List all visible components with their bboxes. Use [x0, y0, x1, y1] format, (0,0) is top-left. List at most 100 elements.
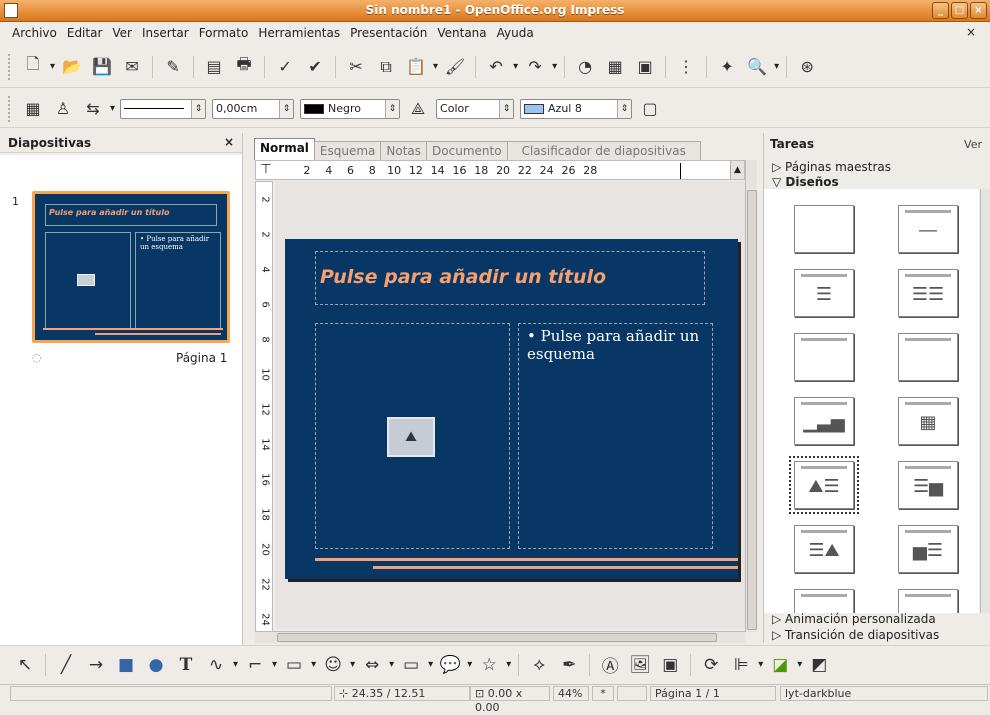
close-panel-icon[interactable]: × [224, 135, 234, 149]
slide-transition-section[interactable]: ▷ Transición de diapositivas [772, 628, 939, 642]
edit-file-icon[interactable]: ✎ [162, 56, 184, 78]
layout-text-image[interactable]: ☰⛰ [794, 525, 854, 573]
symbol-shapes-icon[interactable]: ☺ [322, 654, 344, 676]
layout-text-chart[interactable]: ☰▅ [898, 461, 958, 509]
alignment-dropdown-icon[interactable]: ▾ [758, 659, 763, 670]
layout-chart[interactable]: ▁▃▅ [794, 397, 854, 445]
redo-dropdown-icon[interactable]: ▾ [552, 61, 557, 72]
extrusion-icon[interactable]: ◩ [808, 654, 830, 676]
outline-placeholder[interactable]: • Pulse para añadir un esquema [518, 323, 713, 549]
scroll-up-icon[interactable]: ▲ [730, 161, 744, 179]
gallery-icon[interactable]: ▣ [659, 654, 681, 676]
zoom-icon[interactable]: 🔍 [746, 56, 768, 78]
rotate-icon[interactable]: ⟳ [700, 654, 722, 676]
horizontal-scrollbar[interactable] [255, 631, 745, 643]
display-grid-icon[interactable]: ▣ [634, 56, 656, 78]
paste-icon[interactable]: 📋 [405, 56, 427, 78]
tab-notas[interactable]: Notas [380, 141, 428, 160]
insert-image-icon[interactable]: ⛰ [387, 417, 435, 457]
line-width-field[interactable]: 0,00cm ⇕ [212, 98, 295, 119]
ellipse-icon[interactable]: ● [145, 654, 167, 676]
vertical-ruler[interactable]: 2 2 4 6 8 10 12 14 16 18 20 22 24 [255, 181, 273, 643]
basic-shapes-dropdown-icon[interactable]: ▾ [311, 659, 316, 670]
menu-ayuda[interactable]: Ayuda [497, 26, 534, 40]
flowchart-icon[interactable]: ▭ [400, 654, 422, 676]
callouts-icon[interactable]: 💬 [439, 654, 461, 676]
points-icon[interactable]: ⟡ [528, 654, 550, 676]
tab-stop-icon[interactable]: ⊤ [256, 161, 276, 179]
layouts-scrollbar[interactable] [980, 189, 990, 613]
rectangle-icon[interactable]: ■ [115, 654, 137, 676]
autospellcheck-icon[interactable]: ✔ [304, 56, 326, 78]
print-icon[interactable]: 🖶 [233, 54, 255, 78]
layout-table[interactable]: ▦ [898, 397, 958, 445]
menu-formato[interactable]: Formato [199, 26, 249, 40]
open-folder-icon[interactable]: 📂 [61, 56, 83, 78]
area-icon[interactable]: ⟁ [407, 98, 429, 120]
connector-icon[interactable]: ⌐ [244, 654, 266, 676]
undo-dropdown-icon[interactable]: ▾ [513, 61, 518, 72]
text-tool-icon[interactable]: T [175, 654, 197, 676]
minimize-icon[interactable]: _ [932, 2, 949, 19]
layout-blank[interactable] [794, 205, 854, 253]
layout-title-only[interactable]: ― [898, 205, 958, 253]
menu-insertar[interactable]: Insertar [142, 26, 189, 40]
alignment-icon[interactable]: ⊫ [730, 654, 752, 676]
curve-icon[interactable]: ∿ [205, 654, 227, 676]
maximize-icon[interactable]: □ [951, 2, 968, 19]
layout-title-content[interactable]: ☰ [794, 269, 854, 317]
vertical-scrollbar[interactable] [745, 160, 757, 632]
toolbar-grip[interactable] [8, 95, 12, 122]
chart-icon[interactable]: ◔ [574, 56, 596, 78]
arrange-dropdown-icon[interactable]: ▾ [797, 659, 802, 670]
flowchart-dropdown-icon[interactable]: ▾ [428, 659, 433, 670]
paste-dropdown-icon[interactable]: ▾ [433, 61, 438, 72]
slide[interactable]: Pulse para añadir un título • Pulse para… [285, 239, 738, 579]
menu-ventana[interactable]: Ventana [437, 26, 486, 40]
spellcheck-icon[interactable]: ✓ [274, 56, 296, 78]
arrange-icon[interactable]: ◪ [769, 654, 791, 676]
from-file-icon[interactable]: 🖼 [629, 654, 651, 676]
custom-animation-section[interactable]: ▷ Animación personalizada [772, 612, 936, 626]
copy-icon[interactable]: ⧉ [375, 56, 397, 78]
menu-ver[interactable]: Ver [112, 26, 132, 40]
export-pdf-icon[interactable]: ▤ [203, 56, 225, 78]
arrow-style-dropdown-icon[interactable]: ▾ [110, 103, 115, 114]
select-icon[interactable]: ↖ [14, 654, 36, 676]
line-tool-icon[interactable]: ╱ [55, 654, 77, 676]
line-style-select[interactable]: ⇕ [120, 98, 207, 119]
zoom-value[interactable]: 44% [553, 686, 589, 701]
menu-archivo[interactable]: Archivo [12, 26, 57, 40]
slide-thumbnail[interactable]: Pulse para añadir un título • Pulse para… [32, 191, 230, 343]
glue-points-icon[interactable]: ✒ [558, 654, 580, 676]
line-icon[interactable]: ♙ [52, 98, 74, 120]
master-pages-section[interactable]: ▷ Páginas maestras [772, 160, 891, 174]
curve-dropdown-icon[interactable]: ▾ [233, 659, 238, 670]
tab-clasificador[interactable]: Clasificador de diapositivas [506, 141, 701, 160]
clone-format-icon[interactable]: 🖌 [444, 56, 466, 78]
stars-dropdown-icon[interactable]: ▾ [506, 659, 511, 670]
connector-dropdown-icon[interactable]: ▾ [272, 659, 277, 670]
stars-icon[interactable]: ☆ [478, 654, 500, 676]
menu-presentacion[interactable]: Presentación [350, 26, 427, 40]
basic-shapes-icon[interactable]: ▭ [283, 654, 305, 676]
view-menu-button[interactable]: Ver [964, 138, 982, 151]
block-arrows-icon[interactable]: ⇔ [361, 654, 383, 676]
layout-title-slide[interactable] [794, 333, 854, 381]
new-dropdown-icon[interactable]: ▾ [50, 61, 55, 72]
callouts-dropdown-icon[interactable]: ▾ [467, 659, 472, 670]
styles-icon[interactable]: ▦ [22, 98, 44, 120]
block-arrows-dropdown-icon[interactable]: ▾ [389, 659, 394, 670]
slide-canvas[interactable]: Pulse para añadir un título • Pulse para… [275, 181, 745, 629]
menu-herramientas[interactable]: Herramientas [258, 26, 340, 40]
table-icon[interactable]: ▦ [604, 56, 626, 78]
email-icon[interactable]: ✉ [121, 56, 143, 78]
toolbar-grip[interactable] [8, 53, 12, 80]
tab-esquema[interactable]: Esquema [313, 141, 382, 160]
area-style-select[interactable]: Color ⇕ [436, 98, 515, 119]
tab-documento[interactable]: Documento [426, 141, 508, 160]
navigator-icon[interactable]: ✦ [716, 56, 738, 78]
arrow-style-icon[interactable]: ⇆ [82, 98, 104, 120]
close-icon[interactable]: × [970, 2, 987, 19]
horizontal-ruler[interactable]: ⊤ 2 4 6 8 10 12 14 16 18 20 22 24 26 28 ▲ [255, 160, 745, 180]
